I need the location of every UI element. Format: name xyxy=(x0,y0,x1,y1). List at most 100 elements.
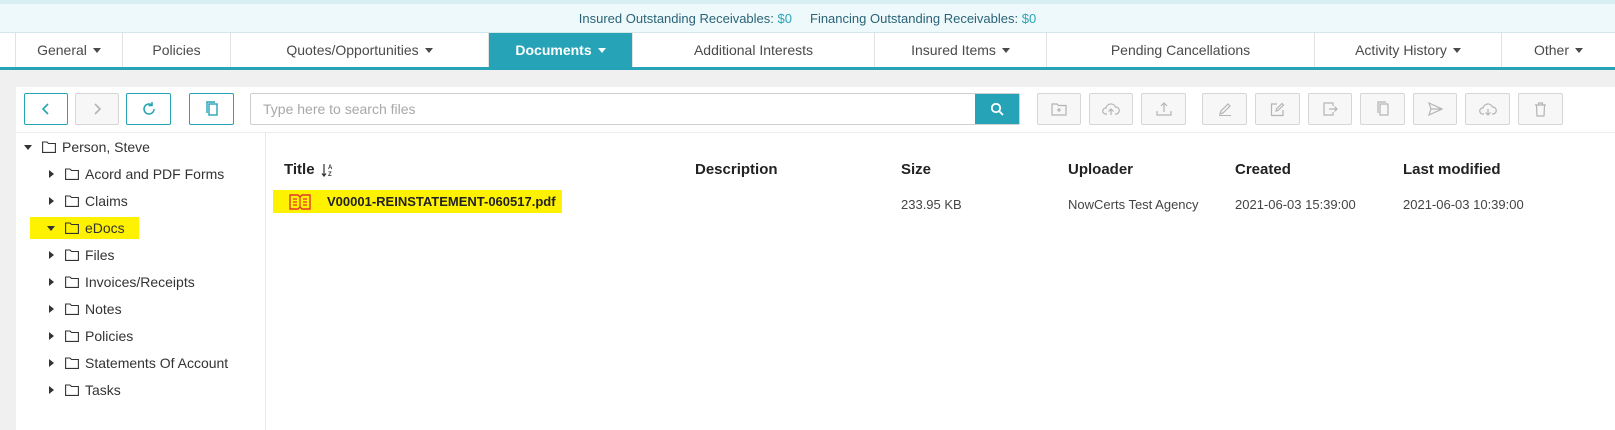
tab-documents[interactable]: Documents xyxy=(489,33,633,67)
tree-item-edocs[interactable]: eDocs xyxy=(30,217,139,239)
expand-right-icon[interactable] xyxy=(49,305,54,313)
chevron-left-icon xyxy=(41,103,49,115)
column-header-size[interactable]: Size xyxy=(901,161,931,178)
delete-button[interactable] xyxy=(1518,93,1563,125)
expand-down-icon[interactable] xyxy=(47,225,55,231)
insured-receivables-label: Insured Outstanding Receivables: xyxy=(578,10,774,26)
tab-pending-cancellations-label: Pending Cancellations xyxy=(1110,42,1251,58)
file-last-modified: 2021-06-03 10:39:00 xyxy=(1403,197,1524,212)
trash-icon xyxy=(1535,101,1546,117)
tree-item-label: Invoices/Receipts xyxy=(85,274,195,290)
file-name[interactable]: V00001-REINSTATEMENT-060517.pdf xyxy=(327,194,556,209)
folder-icon xyxy=(65,303,79,315)
tab-general[interactable]: General xyxy=(16,33,123,67)
tree-item-policies[interactable]: Policies xyxy=(47,325,133,347)
tab-policies-label: Policies xyxy=(152,42,201,58)
tab-additional-interests-label: Additional Interests xyxy=(693,42,814,58)
copy-icon xyxy=(205,101,218,116)
column-header-description[interactable]: Description xyxy=(695,161,778,178)
svg-text:Z: Z xyxy=(328,172,332,177)
edit-button[interactable] xyxy=(1255,93,1300,125)
expand-right-icon[interactable] xyxy=(49,386,54,394)
search-box xyxy=(250,93,1020,125)
expand-right-icon[interactable] xyxy=(49,278,54,286)
tree-root-label: Person, Steve xyxy=(62,139,150,155)
expand-down-icon[interactable] xyxy=(24,144,32,150)
folder-icon xyxy=(65,276,79,288)
tab-other[interactable]: Other xyxy=(1502,33,1615,67)
caret-down-icon xyxy=(1001,47,1010,53)
copy-icon xyxy=(1376,101,1389,116)
tab-general-label: General xyxy=(37,42,87,58)
tab-insured-items[interactable]: Insured Items xyxy=(875,33,1047,67)
column-header-uploader[interactable]: Uploader xyxy=(1068,161,1133,178)
column-header-last-modified[interactable]: Last modified xyxy=(1403,161,1501,178)
forward-button[interactable] xyxy=(75,93,119,125)
sort-ascending-icon[interactable]: AZ xyxy=(321,163,335,177)
cloud-upload-button[interactable] xyxy=(1089,93,1133,125)
tab-policies[interactable]: Policies xyxy=(123,33,231,67)
upload-button[interactable] xyxy=(1141,93,1186,125)
copy-path-button[interactable] xyxy=(189,93,234,125)
receivables-banner: Insured Outstanding Receivables: $0 Fina… xyxy=(0,0,1615,33)
tab-documents-label: Documents xyxy=(515,42,592,58)
tab-quotes-opportunities[interactable]: Quotes/Opportunities xyxy=(231,33,489,67)
download-cloud-icon xyxy=(1478,103,1497,116)
folder-icon xyxy=(65,168,79,180)
expand-right-icon[interactable] xyxy=(49,332,54,340)
tree-root-person-steve[interactable]: Person, Steve xyxy=(24,136,150,158)
tab-activity-history-label: Activity History xyxy=(1355,42,1447,58)
folder-icon xyxy=(65,195,79,207)
move-icon xyxy=(1322,102,1338,116)
tree-item-claims[interactable]: Claims xyxy=(47,190,128,212)
tree-item-label: Claims xyxy=(85,193,128,209)
upload-cloud-icon xyxy=(1102,103,1120,115)
column-header-created[interactable]: Created xyxy=(1235,161,1291,178)
tree-item-files[interactable]: Files xyxy=(47,244,115,266)
expand-right-icon[interactable] xyxy=(49,251,54,259)
send-button[interactable] xyxy=(1413,93,1457,125)
tab-activity-history[interactable]: Activity History xyxy=(1315,33,1502,67)
search-button[interactable] xyxy=(975,94,1019,124)
tree-item-statements-of-account[interactable]: Statements Of Account xyxy=(47,352,228,374)
tree-item-tasks[interactable]: Tasks xyxy=(47,379,121,401)
tree-item-notes[interactable]: Notes xyxy=(47,298,122,320)
refresh-button[interactable] xyxy=(126,93,171,125)
file-title-cell[interactable]: V00001-REINSTATEMENT-060517.pdf xyxy=(273,190,562,213)
search-icon xyxy=(990,102,1004,116)
send-icon xyxy=(1427,102,1443,116)
file-created: 2021-06-03 15:39:00 xyxy=(1235,197,1356,212)
cloud-download-button[interactable] xyxy=(1465,93,1510,125)
content-area: Person, Steve Acord and PDF Forms Claims… xyxy=(0,70,1615,430)
tree-item-label: Acord and PDF Forms xyxy=(85,166,225,182)
new-folder-button[interactable] xyxy=(1037,93,1081,125)
column-header-title[interactable]: Title AZ xyxy=(284,161,335,178)
back-button[interactable] xyxy=(24,93,68,125)
tab-pending-cancellations[interactable]: Pending Cancellations xyxy=(1047,33,1315,67)
tab-additional-interests[interactable]: Additional Interests xyxy=(633,33,875,67)
tree-item-acord-and-pdf-forms[interactable]: Acord and PDF Forms xyxy=(47,163,224,185)
move-button[interactable] xyxy=(1308,93,1352,125)
file-size: 233.95 KB xyxy=(901,197,962,212)
pdf-file-icon xyxy=(289,193,311,210)
rename-button[interactable] xyxy=(1202,93,1247,125)
tree-item-label: Tasks xyxy=(85,382,121,398)
rename-icon xyxy=(1218,103,1231,116)
tree-item-invoices-receipts[interactable]: Invoices/Receipts xyxy=(47,271,195,293)
tab-bar: General Policies Quotes/Opportunities Do… xyxy=(0,33,1615,70)
tab-other-label: Other xyxy=(1533,42,1569,58)
expand-right-icon[interactable] xyxy=(49,170,54,178)
chevron-right-icon xyxy=(94,103,102,115)
duplicate-button[interactable] xyxy=(1360,93,1405,125)
refresh-icon xyxy=(142,102,155,115)
folder-icon xyxy=(42,141,56,153)
folder-icon xyxy=(65,330,79,342)
search-input[interactable] xyxy=(251,94,975,124)
caret-down-icon xyxy=(424,47,433,53)
expand-right-icon[interactable] xyxy=(49,197,54,205)
tree-item-label: Statements Of Account xyxy=(85,355,229,371)
tab-quotes-label: Quotes/Opportunities xyxy=(286,42,419,58)
insured-receivables: Insured Outstanding Receivables: $0 xyxy=(579,11,792,26)
caret-down-icon xyxy=(597,47,606,53)
expand-right-icon[interactable] xyxy=(49,359,54,367)
